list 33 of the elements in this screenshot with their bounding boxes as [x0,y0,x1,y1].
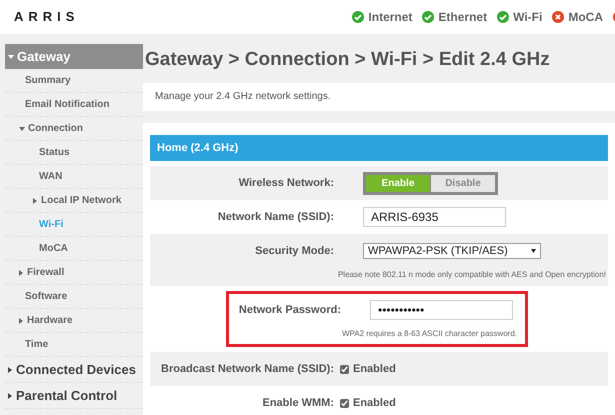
caret-down-icon [19,126,25,130]
field-label: Wireless Network: [238,176,334,189]
field-label: Network Password: [238,304,341,316]
checkbox[interactable] [340,398,349,408]
dropdown-arrow-icon [531,249,536,253]
status-label: Wi-Fi [513,9,542,26]
status-label: Internet [368,9,412,26]
checkbox-label: Enabled [353,396,396,411]
hint-text: Please note 802.11 n mode only compatible with AES and Open encryption! [338,270,606,279]
caret-right-icon [8,392,12,398]
page-description: Manage your 2.4 GHz network settings. [143,83,615,111]
page-title: Gateway > Connection > Wi-Fi > Edit 2.4 GHz [144,48,551,72]
toggle-button[interactable]: Disable [431,174,495,192]
status-label: Ethernet [438,9,488,26]
hint-text: WPA2 requires a 8-63 ASCII character password. [342,329,517,338]
field-label: Enable WMM: [262,396,334,409]
checkbox-label: Enabled [353,362,396,377]
checkbox[interactable] [340,364,349,374]
password-field[interactable]: ••••••••••• [370,300,513,320]
caret-right-icon [8,366,12,372]
logo: ARRIS [14,8,80,26]
sidebar-item[interactable]: Gateway [5,44,143,69]
section-header: Home (2.4 GHz) [150,135,608,161]
caret-down-icon [8,54,14,58]
field-label: Broadcast Network Name (SSID): [161,362,334,375]
caret-right-icon [33,198,37,204]
input-field[interactable]: ARRIS-6935 [363,207,506,227]
field-label: Security Mode: [255,244,334,257]
security-mode-dropdown[interactable]: WPAWPA2-PSK (TKIP/AES) [363,243,541,259]
field-label: Network Name (SSID): [218,210,334,223]
caret-right-icon [19,318,23,324]
caret-right-icon [19,270,23,276]
status-label: MoCA [568,9,603,26]
